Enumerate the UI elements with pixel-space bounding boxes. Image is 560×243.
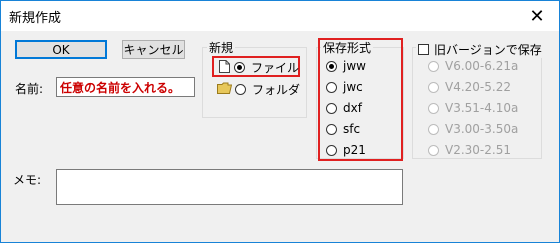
title-bar: 新規作成 ✕ — [1, 1, 559, 31]
new-option-folder[interactable]: フォルダ — [217, 81, 300, 98]
p21-radio[interactable] — [326, 144, 337, 156]
version-option-v230-label: V2.30-2.51 — [445, 143, 511, 157]
version-option-v230[interactable]: V2.30-2.51 — [428, 143, 511, 157]
version-option-v420[interactable]: V4.20-5.22 — [428, 80, 511, 94]
format-option-dxf[interactable]: dxf — [326, 101, 362, 115]
old-version-toggle[interactable]: 旧バージョンで保存 — [416, 41, 544, 58]
version-option-v351[interactable]: V3.51-4.10a — [428, 101, 518, 115]
new-option-file-label: ファイル — [251, 61, 300, 75]
format-option-jwc-label: jwc — [343, 80, 363, 94]
memo-label: メモ: — [13, 173, 42, 187]
cancel-button[interactable]: キャンセル — [122, 40, 185, 59]
v600-radio[interactable] — [428, 60, 439, 72]
version-option-v300-label: V3.00-3.50a — [445, 122, 519, 136]
format-option-jww-label: jww — [343, 59, 366, 73]
old-version-checkbox[interactable] — [418, 44, 429, 55]
folder-icon — [217, 82, 233, 97]
version-option-v600-label: V6.00-6.21a — [445, 59, 519, 73]
name-input[interactable]: 任意の名前を入れる。 — [56, 77, 195, 97]
v230-radio[interactable] — [428, 144, 439, 156]
folder-radio[interactable] — [235, 84, 246, 95]
new-group-title: 新規 — [207, 39, 236, 56]
close-icon: ✕ — [529, 5, 545, 27]
version-option-v351-label: V3.51-4.10a — [445, 101, 519, 115]
version-option-v420-label: V4.20-5.22 — [445, 80, 511, 94]
version-option-v300[interactable]: V3.00-3.50a — [428, 122, 518, 136]
version-option-v600[interactable]: V6.00-6.21a — [428, 59, 518, 73]
memo-input[interactable] — [56, 169, 403, 205]
dxf-radio[interactable] — [326, 102, 337, 114]
format-option-sfc-label: sfc — [343, 122, 361, 136]
new-option-file[interactable]: ファイル — [219, 59, 299, 76]
new-option-folder-label: フォルダ — [252, 83, 301, 97]
ok-button[interactable]: OK — [15, 40, 107, 59]
format-option-jwc[interactable]: jwc — [326, 80, 363, 94]
format-option-dxf-label: dxf — [343, 101, 362, 115]
name-label: 名前: — [15, 82, 44, 96]
format-option-jww[interactable]: jww — [326, 59, 366, 73]
file-icon — [219, 59, 230, 76]
window-title: 新規作成 — [9, 11, 62, 26]
dialog-window: 新規作成 ✕ OK キャンセル 名前: 任意の名前を入れる。 メモ: 新規 ファ… — [0, 0, 560, 243]
format-option-p21[interactable]: p21 — [326, 143, 366, 157]
format-option-p21-label: p21 — [343, 143, 366, 157]
old-version-group-title: 旧バージョンで保存 — [434, 43, 542, 57]
close-button[interactable]: ✕ — [515, 1, 559, 31]
jww-radio[interactable] — [326, 60, 337, 72]
jwc-radio[interactable] — [326, 81, 337, 93]
sfc-radio[interactable] — [326, 123, 337, 135]
v300-radio[interactable] — [428, 123, 439, 135]
v351-radio[interactable] — [428, 102, 439, 114]
v420-radio[interactable] — [428, 81, 439, 93]
file-radio[interactable] — [234, 62, 245, 73]
format-option-sfc[interactable]: sfc — [326, 122, 360, 136]
